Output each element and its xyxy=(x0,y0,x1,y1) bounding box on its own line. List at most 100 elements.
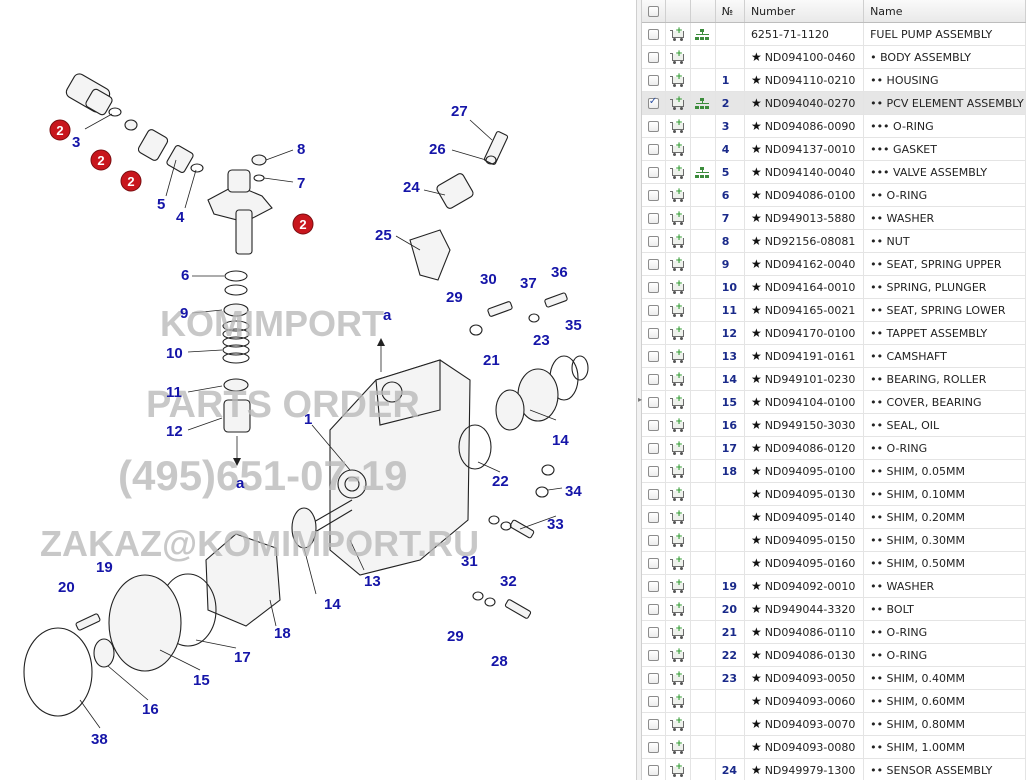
row-part-number[interactable]: ND094040-0270 xyxy=(765,97,856,110)
row-part-number[interactable]: ND094086-0100 xyxy=(765,189,856,202)
star-icon[interactable]: ★ xyxy=(751,418,762,432)
tree-structure-icon[interactable] xyxy=(695,166,710,179)
table-row[interactable]: +17 ★ ND094086-0120 •• O-RING xyxy=(642,436,1026,460)
table-row[interactable]: + ★ ND094093-0060 •• SHIM, 0.60MM xyxy=(642,689,1026,713)
row-cart-cell[interactable]: + xyxy=(665,367,691,391)
add-to-cart-icon[interactable]: + xyxy=(670,394,685,409)
star-icon[interactable]: ★ xyxy=(751,372,762,386)
star-icon[interactable]: ★ xyxy=(751,165,762,179)
row-cart-cell[interactable]: + xyxy=(665,689,691,713)
table-row[interactable]: +14 ★ ND949101-0230 •• BEARING, ROLLER xyxy=(642,367,1026,391)
row-part-number[interactable]: ND949101-0230 xyxy=(765,373,856,386)
add-to-cart-icon[interactable]: + xyxy=(670,26,685,41)
row-select-cell[interactable] xyxy=(642,482,666,506)
row-part-number-cell[interactable]: ★ ND094095-0140 xyxy=(744,505,865,529)
row-part-number[interactable]: ND949044-3320 xyxy=(765,603,856,616)
row-part-number[interactable]: ND094095-0140 xyxy=(765,511,856,524)
star-icon[interactable]: ★ xyxy=(751,73,762,87)
star-icon[interactable]: ★ xyxy=(751,763,762,777)
row-select-cell[interactable] xyxy=(642,229,666,253)
row-part-number[interactable]: ND094140-0040 xyxy=(765,166,856,179)
row-select-cell[interactable] xyxy=(642,68,666,92)
table-row[interactable]: +6251-71-1120 FUEL PUMP ASSEMBLY xyxy=(642,22,1026,46)
row-select-cell[interactable] xyxy=(642,735,666,759)
row-part-number-cell[interactable]: ★ ND094092-0010 xyxy=(744,574,865,598)
star-icon[interactable]: ★ xyxy=(751,96,762,110)
row-part-number-cell[interactable]: ★ ND094093-0080 xyxy=(744,735,865,759)
row-part-number-cell[interactable]: ★ ND949044-3320 xyxy=(744,597,865,621)
row-cart-cell[interactable]: + xyxy=(665,206,691,230)
checkbox-icon[interactable] xyxy=(647,673,659,684)
table-row[interactable]: +12 ★ ND094170-0100 •• TAPPET ASSEMBLY xyxy=(642,321,1026,345)
row-part-number-cell[interactable]: ★ ND094086-0120 xyxy=(744,436,865,460)
table-row[interactable]: + ★ ND094095-0130 •• SHIM, 0.10MM xyxy=(642,482,1026,506)
row-part-number-cell[interactable]: ★ ND094093-0050 xyxy=(744,666,865,690)
checkbox-icon[interactable] xyxy=(647,305,659,316)
star-icon[interactable]: ★ xyxy=(751,648,762,662)
row-cart-cell[interactable]: + xyxy=(665,68,691,92)
checkbox-icon[interactable] xyxy=(647,489,659,500)
row-part-number[interactable]: ND094092-0010 xyxy=(765,580,856,593)
star-icon[interactable]: ★ xyxy=(751,349,762,363)
header-name[interactable]: Name xyxy=(863,0,1026,23)
row-cart-cell[interactable]: + xyxy=(665,758,691,780)
star-icon[interactable]: ★ xyxy=(751,510,762,524)
checkbox-icon[interactable] xyxy=(647,6,659,17)
row-part-number-cell[interactable]: ★ ND949101-0230 xyxy=(744,367,865,391)
table-row[interactable]: + ★ ND094095-0140 •• SHIM, 0.20MM xyxy=(642,505,1026,529)
row-part-number-cell[interactable]: ★ ND094086-0090 xyxy=(744,114,865,138)
star-icon[interactable]: ★ xyxy=(751,441,762,455)
row-cart-cell[interactable]: + xyxy=(665,114,691,138)
row-cart-cell[interactable]: + xyxy=(665,298,691,322)
add-to-cart-icon[interactable]: + xyxy=(670,210,685,225)
row-part-number-cell[interactable]: ★ ND094137-0010 xyxy=(744,137,865,161)
row-part-number-cell[interactable]: ★ ND094095-0100 xyxy=(744,459,865,483)
row-cart-cell[interactable]: + xyxy=(665,45,691,69)
checkbox-icon[interactable] xyxy=(647,236,659,247)
row-cart-cell[interactable]: + xyxy=(665,160,691,184)
table-row[interactable]: +10 ★ ND094164-0010 •• SPRING, PLUNGER xyxy=(642,275,1026,299)
row-part-number-cell[interactable]: ★ ND094086-0100 xyxy=(744,183,865,207)
row-select-cell[interactable] xyxy=(642,321,666,345)
star-icon[interactable]: ★ xyxy=(751,487,762,501)
row-part-number-cell[interactable]: ★ ND094093-0070 xyxy=(744,712,865,736)
row-part-number[interactable]: ND094095-0160 xyxy=(765,557,856,570)
checkbox-icon[interactable] xyxy=(647,96,659,109)
checkbox-icon[interactable] xyxy=(647,374,659,385)
row-select-cell[interactable] xyxy=(642,390,666,414)
checkbox-icon[interactable] xyxy=(647,466,659,477)
checkbox-icon[interactable] xyxy=(647,52,659,63)
row-part-number-cell[interactable]: ★ ND949150-3030 xyxy=(744,413,865,437)
row-part-number[interactable]: ND094164-0010 xyxy=(765,281,856,294)
tree-structure-icon[interactable] xyxy=(695,28,710,41)
row-part-number[interactable]: ND094165-0021 xyxy=(765,304,856,317)
row-part-number[interactable]: ND094191-0161 xyxy=(765,350,856,363)
row-select-cell[interactable] xyxy=(642,551,666,575)
row-part-number-cell[interactable]: ★ ND094110-0210 xyxy=(744,68,865,92)
add-to-cart-icon[interactable]: + xyxy=(670,279,685,294)
header-select-all[interactable] xyxy=(642,0,666,23)
table-row[interactable]: +5 ★ ND094140-0040 ••• VALVE ASSEMBLY xyxy=(642,160,1026,184)
row-part-number-cell[interactable]: ★ ND094164-0010 xyxy=(744,275,865,299)
row-part-number-cell[interactable]: 6251-71-1120 xyxy=(744,22,865,46)
add-to-cart-icon[interactable]: + xyxy=(670,325,685,340)
table-row[interactable]: +21 ★ ND094086-0110 •• O-RING xyxy=(642,620,1026,644)
star-icon[interactable]: ★ xyxy=(751,303,762,317)
row-select-cell[interactable] xyxy=(642,206,666,230)
add-to-cart-icon[interactable]: + xyxy=(670,739,685,754)
table-row[interactable]: + ★ ND094100-0460 • BODY ASSEMBLY xyxy=(642,45,1026,69)
row-select-cell[interactable] xyxy=(642,344,666,368)
row-cart-cell[interactable]: + xyxy=(665,505,691,529)
checkbox-icon[interactable] xyxy=(647,581,659,592)
row-part-number[interactable]: ND094086-0130 xyxy=(765,649,856,662)
row-part-number[interactable]: ND094162-0040 xyxy=(765,258,856,271)
row-part-number[interactable]: ND094100-0460 xyxy=(765,51,856,64)
row-cart-cell[interactable]: + xyxy=(665,252,691,276)
row-cart-cell[interactable]: + xyxy=(665,183,691,207)
row-select-cell[interactable] xyxy=(642,275,666,299)
checkbox-icon[interactable] xyxy=(647,558,659,569)
row-select-cell[interactable] xyxy=(642,22,666,46)
table-row[interactable]: +13 ★ ND094191-0161 •• CAMSHAFT xyxy=(642,344,1026,368)
table-row[interactable]: +23 ★ ND094093-0050 •• SHIM, 0.40MM xyxy=(642,666,1026,690)
row-part-number-cell[interactable]: ★ ND094104-0100 xyxy=(744,390,865,414)
